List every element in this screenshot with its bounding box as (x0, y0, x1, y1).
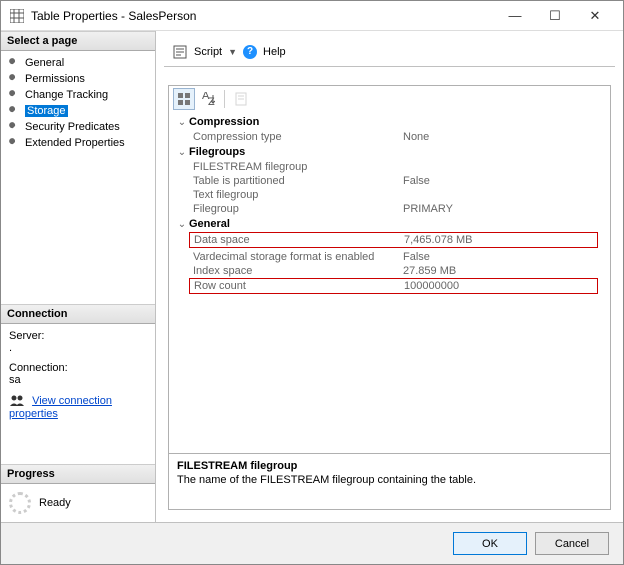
highlight-box: Data space7,465.078 MB (189, 232, 598, 248)
prop-index-space[interactable]: Index space27.859 MB (175, 264, 604, 278)
prop-table-partitioned[interactable]: Table is partitionedFalse (175, 174, 604, 188)
page-label: Permissions (25, 73, 85, 85)
prop-row-count[interactable]: Row count100000000 (192, 279, 595, 293)
sidebar: Select a page General Permissions Change… (1, 31, 156, 522)
wrench-icon (7, 72, 21, 86)
connection-panel: Server:. Connection:sa View connection p… (1, 324, 155, 434)
page-label: Storage (25, 105, 68, 117)
page-change-tracking[interactable]: Change Tracking (1, 87, 155, 103)
prop-text-filegroup[interactable]: Text filegroup (175, 188, 604, 202)
connection-header: Connection (1, 304, 155, 324)
description-title: FILESTREAM filegroup (177, 460, 602, 472)
dropdown-arrow-icon[interactable]: ▼ (228, 47, 237, 57)
page-label: Change Tracking (25, 89, 108, 101)
help-button[interactable]: Help (263, 46, 286, 58)
dialog-footer: OK Cancel (1, 522, 623, 564)
titlebar: Table Properties - SalesPerson — ☐ ✕ (1, 1, 623, 31)
maximize-button[interactable]: ☐ (535, 2, 575, 30)
grid-body: ⌄Compression Compression typeNone ⌄Fileg… (169, 112, 610, 453)
help-icon: ? (243, 45, 257, 59)
chevron-down-icon: ⌄ (175, 219, 189, 230)
page-permissions[interactable]: Permissions (1, 71, 155, 87)
page-general[interactable]: General (1, 55, 155, 71)
ok-button[interactable]: OK (453, 532, 527, 555)
page-label: Security Predicates (25, 121, 120, 133)
script-button[interactable]: Script (194, 46, 222, 58)
pages-header: Select a page (1, 31, 155, 51)
prop-vardecimal[interactable]: Vardecimal storage format is enabledFals… (175, 250, 604, 264)
alphabetical-view-button[interactable]: AZ (197, 88, 219, 110)
wrench-icon (7, 104, 21, 118)
page-security-predicates[interactable]: Security Predicates (1, 119, 155, 135)
grid-toolbar: AZ (169, 86, 610, 112)
progress-spinner-icon (9, 492, 31, 514)
description-panel: FILESTREAM filegroup The name of the FIL… (169, 453, 610, 509)
connection-value: sa (9, 374, 147, 386)
window-title: Table Properties - SalesPerson (31, 9, 495, 23)
progress-status: Ready (39, 497, 71, 509)
category-compression[interactable]: ⌄Compression (175, 114, 604, 130)
wrench-icon (7, 88, 21, 102)
content-area: Script ▼ ? Help AZ ⌄Compression Compress… (156, 31, 623, 522)
chevron-down-icon: ⌄ (175, 117, 189, 128)
page-label: General (25, 57, 64, 69)
prop-filegroup[interactable]: FilegroupPRIMARY (175, 202, 604, 216)
wrench-icon (7, 56, 21, 70)
category-general[interactable]: ⌄General (175, 216, 604, 232)
table-icon (9, 8, 25, 24)
properties-page-button[interactable] (230, 88, 252, 110)
content-toolbar: Script ▼ ? Help (164, 37, 615, 67)
category-filegroups[interactable]: ⌄Filegroups (175, 144, 604, 160)
wrench-icon (7, 136, 21, 150)
page-list: General Permissions Change Tracking Stor… (1, 51, 155, 155)
highlight-box: Row count100000000 (189, 278, 598, 294)
categorized-view-button[interactable] (173, 88, 195, 110)
property-grid: AZ ⌄Compression Compression typeNone ⌄Fi… (168, 85, 611, 510)
prop-compression-type[interactable]: Compression typeNone (175, 130, 604, 144)
description-text: The name of the FILESTREAM filegroup con… (177, 474, 602, 486)
page-extended-properties[interactable]: Extended Properties (1, 135, 155, 151)
chevron-down-icon: ⌄ (175, 147, 189, 158)
connection-label: Connection: (9, 362, 147, 374)
prop-data-space[interactable]: Data space7,465.078 MB (192, 233, 595, 247)
wrench-icon (7, 120, 21, 134)
server-value: . (9, 342, 147, 354)
progress-header: Progress (1, 464, 155, 484)
server-label: Server: (9, 330, 147, 342)
script-icon (172, 44, 188, 60)
minimize-button[interactable]: — (495, 2, 535, 30)
close-button[interactable]: ✕ (575, 2, 615, 30)
page-label: Extended Properties (25, 137, 125, 149)
progress-panel: Ready (1, 484, 155, 522)
people-icon (9, 394, 25, 408)
cancel-button[interactable]: Cancel (535, 532, 609, 555)
page-storage[interactable]: Storage (1, 103, 155, 119)
prop-filestream-filegroup[interactable]: FILESTREAM filegroup (175, 160, 604, 174)
